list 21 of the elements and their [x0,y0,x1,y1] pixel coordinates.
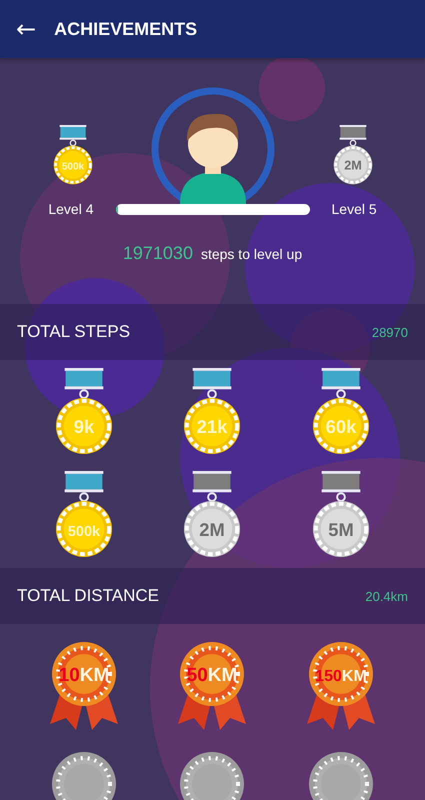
level-label: Level 4 [48,201,94,217]
steps-caption: steps to level up [200,246,302,262]
back-button[interactable]: ← [12,15,40,43]
section-title: TOTAL DISTANCE [17,586,160,606]
rosette-label: 10KM [58,665,110,686]
steps-remaining: 1971030 [122,243,193,264]
medal-label: 9k [74,416,94,437]
level-label: Level 5 [332,201,377,217]
medal-label: 500k [68,524,100,540]
rosette-label: 50KM [187,665,238,686]
medal-label: 2M [200,518,226,540]
medal-label: 5M [328,518,354,540]
rosette-label: 150KM [315,668,367,685]
section-value: 28970 [372,324,408,340]
screen-title: ACHIEVEMENTS [54,18,198,40]
medal-label: 21k [197,416,228,437]
section-title: TOTAL STEPS [17,322,130,342]
section-value: 20.4km [365,588,408,604]
medal-label: 500k [61,162,84,173]
medal-label: 2M [344,158,362,173]
medal-label: 60k [326,416,356,437]
